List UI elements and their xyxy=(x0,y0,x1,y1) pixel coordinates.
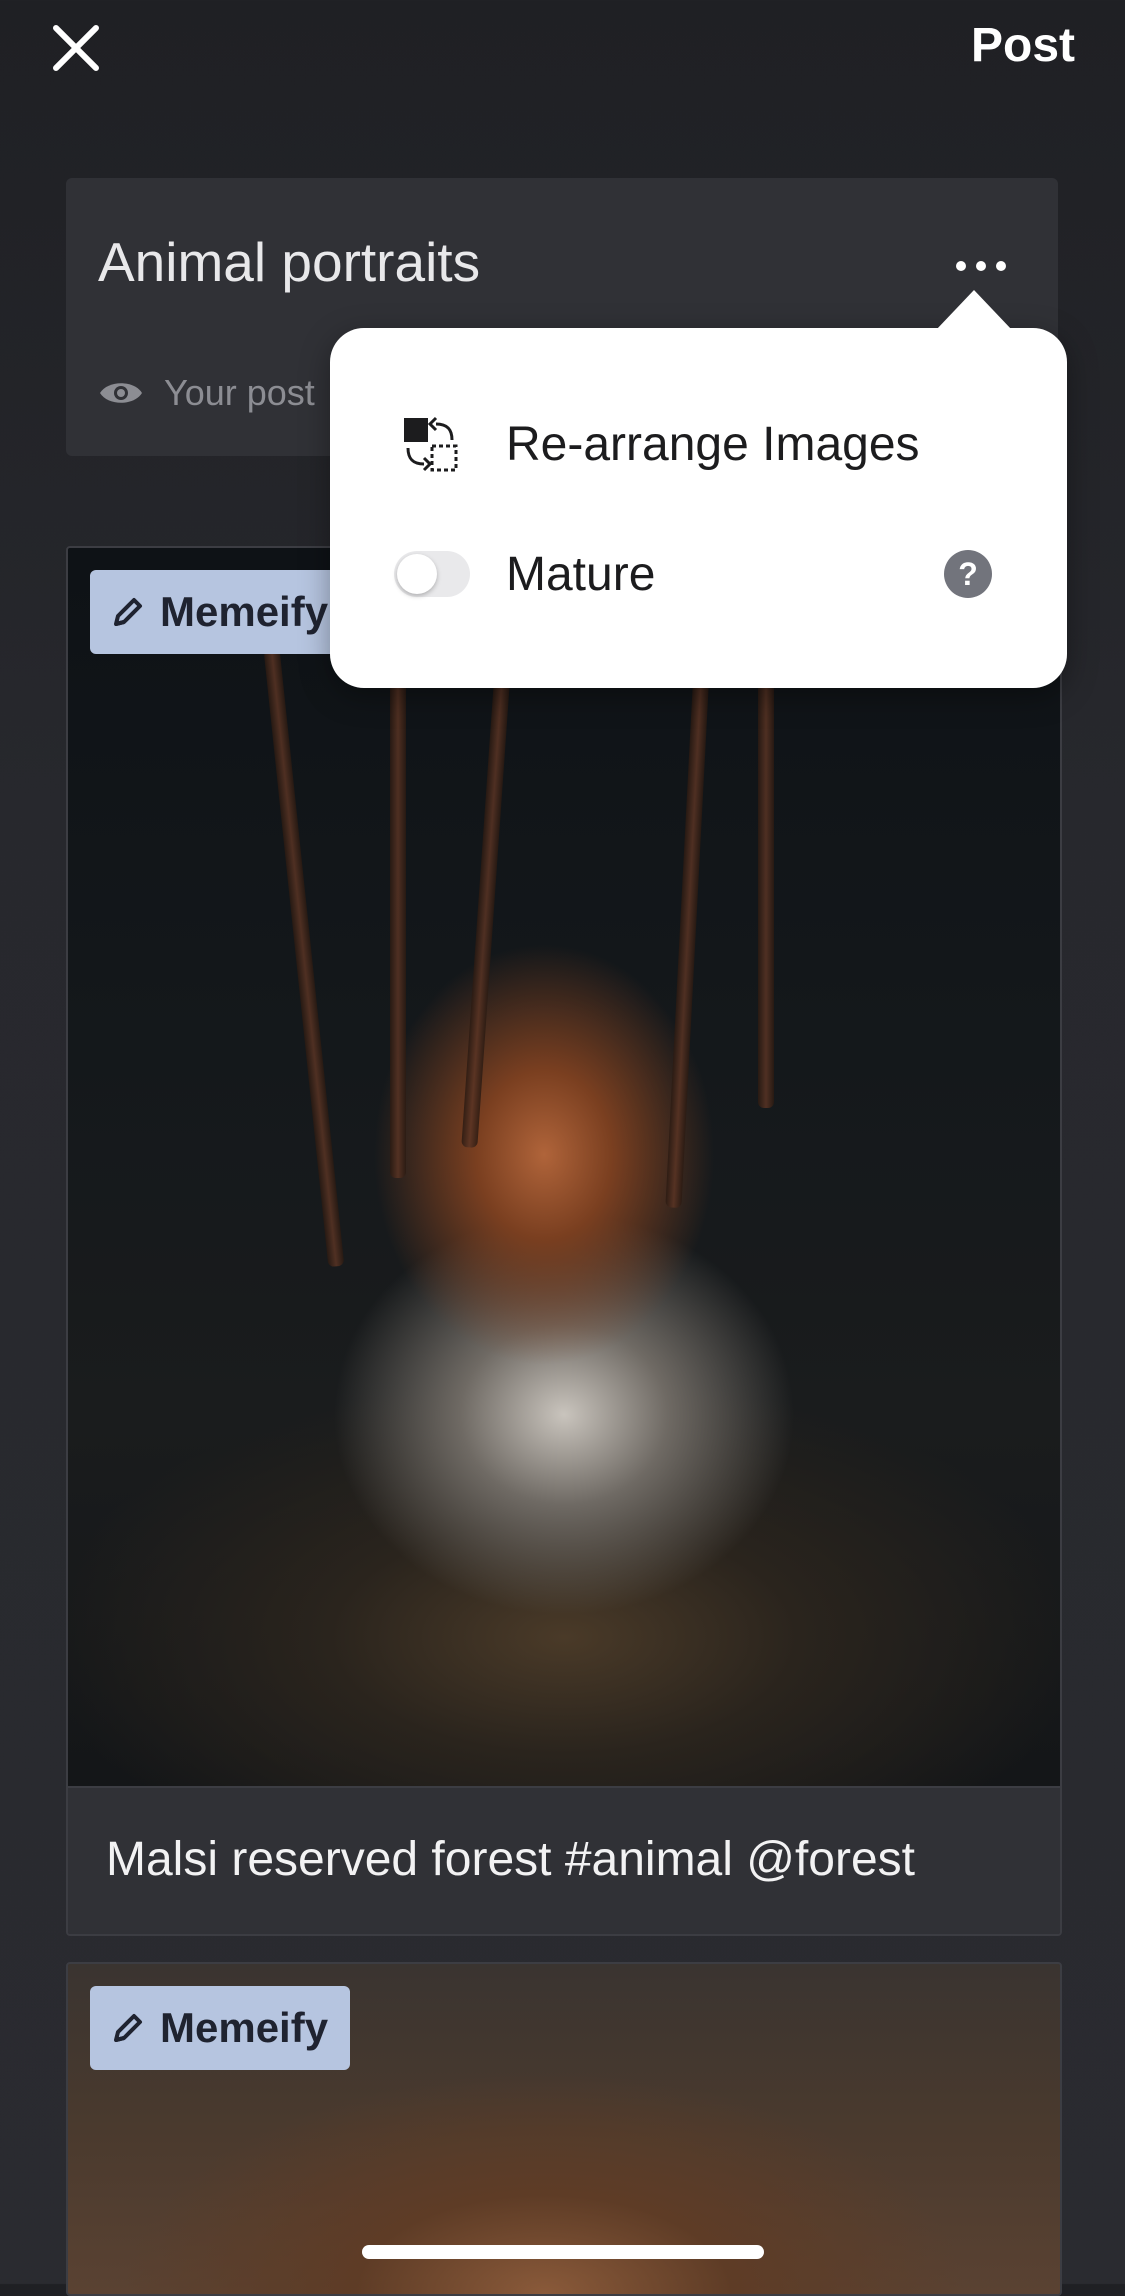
post-button[interactable]: Post xyxy=(971,18,1075,73)
popup-arrow xyxy=(936,290,1012,330)
mature-label: Mature xyxy=(506,547,656,601)
menu-item-mature[interactable]: Mature ? xyxy=(330,514,1067,634)
top-bar: Post xyxy=(0,0,1125,100)
caption-field[interactable]: Malsi reserved forest #animal @forest xyxy=(68,1786,1060,1934)
visibility-row[interactable]: Your post xyxy=(98,368,315,418)
image-card: Memeify Malsi reserved forest #animal @f… xyxy=(66,546,1062,1936)
options-popup-menu: Re-arrange Images Mature ? xyxy=(330,290,1067,688)
eye-icon xyxy=(100,383,142,403)
memeify-label: Memeify xyxy=(160,588,329,635)
home-indicator[interactable] xyxy=(362,2245,764,2259)
close-button[interactable] xyxy=(46,18,106,78)
more-horizontal-icon xyxy=(956,261,966,271)
memeify-label: Memeify xyxy=(160,2004,329,2051)
caption-text: Malsi reserved forest #animal @forest xyxy=(106,1833,916,1886)
post-image[interactable] xyxy=(68,548,1060,1786)
menu-item-rearrange-images[interactable]: Re-arrange Images xyxy=(330,384,1067,504)
pencil-icon xyxy=(114,598,142,626)
more-options-button[interactable] xyxy=(946,248,1016,288)
rearrange-images-label: Re-arrange Images xyxy=(506,417,920,471)
memeify-button[interactable]: Memeify xyxy=(90,1986,351,2070)
close-x-icon xyxy=(53,25,99,71)
pencil-icon xyxy=(114,2014,142,2042)
post-title[interactable]: Animal portraits xyxy=(98,230,480,294)
toggle-knob xyxy=(397,554,437,594)
memeify-button[interactable]: Memeify xyxy=(90,570,351,654)
visibility-text: Your post xyxy=(164,372,315,413)
question-mark-icon[interactable]: ? xyxy=(944,550,992,598)
rearrange-images-icon xyxy=(404,416,458,472)
mature-toggle[interactable] xyxy=(394,551,470,597)
